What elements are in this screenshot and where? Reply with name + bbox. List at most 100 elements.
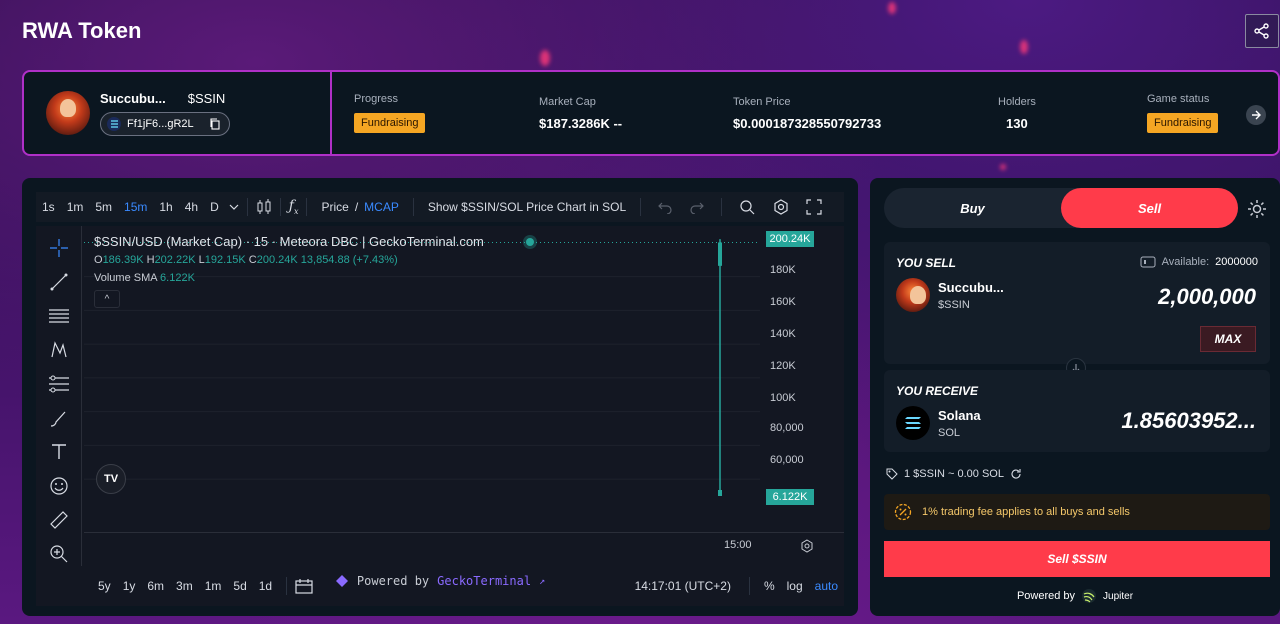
exchange-rate: 1 $SSIN ~ 0.00 SOL	[886, 468, 1022, 480]
rate-text: 1 $SSIN ~ 0.00 SOL	[904, 468, 1004, 480]
bg-spark	[888, 2, 896, 14]
zoom-tool[interactable]	[48, 544, 70, 564]
price-tick: 160K	[770, 296, 796, 308]
max-button[interactable]: MAX	[1200, 326, 1256, 352]
fee-text: 1% trading fee applies to all buys and s…	[922, 506, 1130, 518]
chart-plot-area[interactable]: $SSIN/USD (Market Cap) · 15 · Meteora DB…	[84, 226, 844, 532]
candlestick-icon[interactable]	[256, 198, 272, 216]
zoom-in-icon	[49, 545, 67, 563]
token-symbol: $SSIN	[187, 90, 226, 106]
ohlc-change: 13,854.88 (+7.43%)	[300, 254, 398, 266]
divider	[412, 198, 414, 216]
ohlc-close: 200.24K	[256, 254, 298, 266]
chart-body: $SSIN/USD (Market Cap) · 15 · Meteora DB…	[36, 226, 844, 566]
stat-game-status: Game status Fundraising	[1147, 93, 1219, 133]
bg-spark	[1020, 40, 1028, 54]
sell-asset-symbol: $SSIN	[938, 298, 970, 311]
interval-d[interactable]: D	[204, 200, 225, 214]
undo-icon[interactable]	[657, 200, 673, 214]
fullscreen-icon[interactable]	[806, 199, 822, 215]
powered-prefix: Powered by	[356, 574, 430, 588]
price-toggle[interactable]: Price	[315, 200, 354, 214]
buy-sell-tabs: Buy Sell	[884, 188, 1238, 228]
game-status-badge: Fundraising	[1147, 113, 1219, 133]
bg-spark	[1000, 164, 1006, 170]
you-sell-label: YOU SELL	[896, 256, 957, 270]
text-tool[interactable]	[48, 442, 70, 462]
market-cap-value: $187.3286K --	[539, 115, 623, 131]
text-icon	[51, 444, 66, 459]
divider	[721, 198, 723, 216]
brush-icon	[50, 411, 65, 427]
axis-settings-icon[interactable]	[800, 539, 814, 553]
interval-5m[interactable]: 5m	[89, 200, 118, 214]
token-address-pill[interactable]: Ff1jF6...gR2L	[100, 111, 230, 136]
wallet-icon	[1140, 256, 1156, 268]
pattern-tool[interactable]	[48, 340, 70, 360]
interval-15m[interactable]: 15m	[118, 200, 153, 214]
powered-by-gecko[interactable]: Powered by GeckoTerminal ↗	[36, 574, 844, 588]
volume-value: 6.122K	[160, 272, 195, 284]
ruler-tool[interactable]	[48, 510, 70, 530]
available-value: 2000000	[1215, 256, 1258, 268]
quick-search-icon[interactable]	[738, 198, 756, 216]
time-axis: 15:00	[84, 532, 844, 566]
refresh-icon[interactable]	[1010, 468, 1022, 480]
time-label: 15:00	[724, 539, 752, 551]
chart-title: $SSIN/USD (Market Cap) · 15 · Meteora DB…	[94, 234, 484, 249]
divider	[306, 198, 308, 216]
redo-icon[interactable]	[689, 200, 705, 214]
receive-asset[interactable]: Solana SOL	[896, 406, 981, 440]
emoji-tool[interactable]	[48, 476, 70, 496]
tradingview-logo[interactable]: TV	[96, 464, 126, 494]
copy-icon[interactable]	[209, 117, 221, 130]
tab-buy[interactable]: Buy	[884, 188, 1061, 228]
tab-sell[interactable]: Sell	[1061, 188, 1238, 228]
show-pair-toggle[interactable]: Show $SSIN/SOL Price Chart in SOL	[422, 200, 632, 214]
sell-amount-input[interactable]: 2,000,000	[1158, 284, 1256, 310]
trend-line-icon	[50, 273, 67, 291]
stat-label: Market Cap	[539, 95, 596, 108]
sell-asset[interactable]: Succubu... $SSIN	[896, 278, 1004, 312]
trend-line-tool[interactable]	[48, 272, 70, 292]
ohlc-low: 192.15K	[204, 254, 246, 266]
ohlc-open: 186.39K	[102, 254, 144, 266]
powered-by-jupiter[interactable]: Powered by Jupiter	[870, 588, 1280, 604]
next-arrow-button[interactable]	[1246, 105, 1266, 125]
volume-sma-readout: Volume SMA 6.122K	[94, 272, 195, 284]
chevron-down-icon[interactable]	[229, 203, 239, 211]
receive-asset-name: Solana	[938, 407, 981, 423]
interval-1h[interactable]: 1h	[153, 200, 178, 214]
solana-icon	[896, 406, 930, 440]
token-address: Ff1jF6...gR2L	[127, 117, 194, 130]
ohlc-key: O	[94, 254, 103, 266]
prediction-tool[interactable]	[48, 374, 70, 394]
fib-tool[interactable]	[48, 306, 70, 326]
price-tick: 100K	[770, 392, 796, 404]
sell-submit-button[interactable]: Sell $SSIN	[884, 541, 1270, 577]
indicators-icon[interactable]: ƒx	[289, 198, 299, 216]
interval-1m[interactable]: 1m	[61, 200, 90, 214]
collapse-legend-button[interactable]: ^	[94, 290, 120, 308]
external-link-icon: ↗	[539, 575, 546, 587]
interval-4h[interactable]: 4h	[179, 200, 204, 214]
price-tick: 80,000	[770, 422, 804, 434]
interval-1s[interactable]: 1s	[36, 200, 61, 214]
mcap-toggle[interactable]: MCAP	[358, 200, 405, 214]
gear-icon[interactable]	[1246, 198, 1268, 220]
crosshair-tool[interactable]	[48, 238, 70, 258]
price-tick: 120K	[770, 360, 796, 372]
pattern-icon	[50, 341, 67, 358]
stat-label: Token Price	[733, 95, 791, 108]
you-receive-box: YOU RECEIVE Solana SOL 1.85603952...	[884, 370, 1270, 452]
stat-market-cap: Market Cap $187.3286K --	[539, 96, 733, 131]
stat-label: Progress	[354, 93, 399, 105]
token-name: Succubu...	[100, 90, 166, 106]
stat-holders: Holders 130	[998, 96, 1147, 131]
brush-tool[interactable]	[48, 408, 70, 428]
share-button[interactable]	[1245, 14, 1279, 48]
tag-icon	[886, 468, 898, 480]
settings-hex-icon[interactable]	[772, 198, 790, 216]
divider	[279, 198, 281, 216]
sliders-icon	[48, 375, 69, 393]
